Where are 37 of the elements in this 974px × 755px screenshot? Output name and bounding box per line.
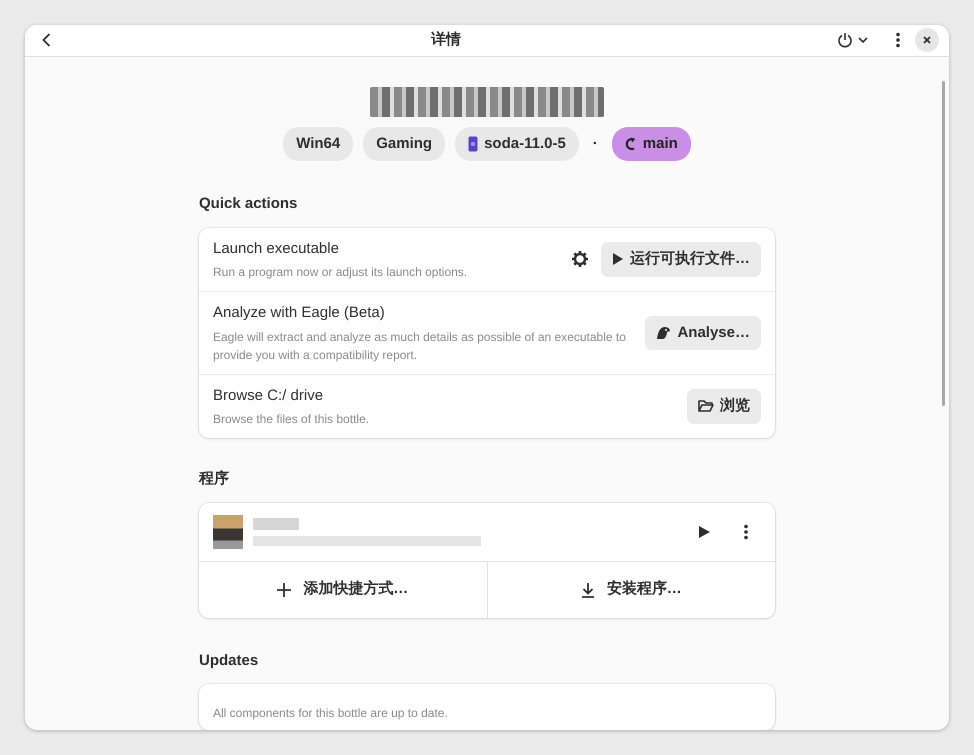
action-title: Launch executable (213, 238, 340, 258)
action-title: Analyze with Eagle (Beta) (213, 303, 386, 323)
section-heading: Quick actions (199, 194, 298, 214)
settings-icon[interactable] (571, 250, 589, 268)
install-program-button[interactable]: 安装程序… (486, 562, 775, 618)
action-title: Browse C:/ drive (213, 386, 324, 406)
tag: soda-11.0-5 (455, 126, 579, 161)
menu-icon (895, 32, 901, 48)
analyze-button[interactable]: Analyse… (645, 316, 761, 350)
separator-dot: · (592, 134, 599, 154)
download-icon (580, 582, 595, 598)
branch-tag: main (612, 126, 691, 161)
add-shortcut-button[interactable]: 添加快捷方式… (199, 562, 486, 618)
runner-icon (468, 136, 478, 152)
play-icon (612, 252, 624, 266)
launch-button[interactable]: 运行可执行文件… (601, 242, 761, 276)
scrollbar[interactable] (942, 81, 945, 406)
section-heading: Updates (199, 650, 260, 670)
folder-icon (698, 399, 714, 414)
play-icon[interactable] (698, 524, 711, 538)
close-icon (922, 35, 932, 46)
updates-message: All components for this bottle are up to date. (213, 706, 448, 720)
bird-icon (656, 326, 672, 340)
section-heading: 程序 (199, 469, 230, 489)
browse-button[interactable]: 浏览 (687, 389, 761, 424)
program-thumbnail (213, 514, 243, 548)
pixelated-name (253, 518, 299, 530)
branch-icon (624, 136, 637, 152)
tag: Gaming (363, 126, 446, 161)
action-description: Browse the files of this bottle. (213, 411, 370, 428)
window-title: 详情 (430, 30, 462, 50)
close-button[interactable] (915, 28, 939, 52)
plus-icon (277, 582, 292, 596)
action-description: Eagle will extract and analyze as much details as possible of an executable to provide you with a compatibility report. (213, 328, 627, 364)
more-icon[interactable] (743, 524, 749, 540)
action-description: Run a program now or adjust its launch options. (213, 264, 468, 281)
tag: Win64 (283, 126, 354, 161)
